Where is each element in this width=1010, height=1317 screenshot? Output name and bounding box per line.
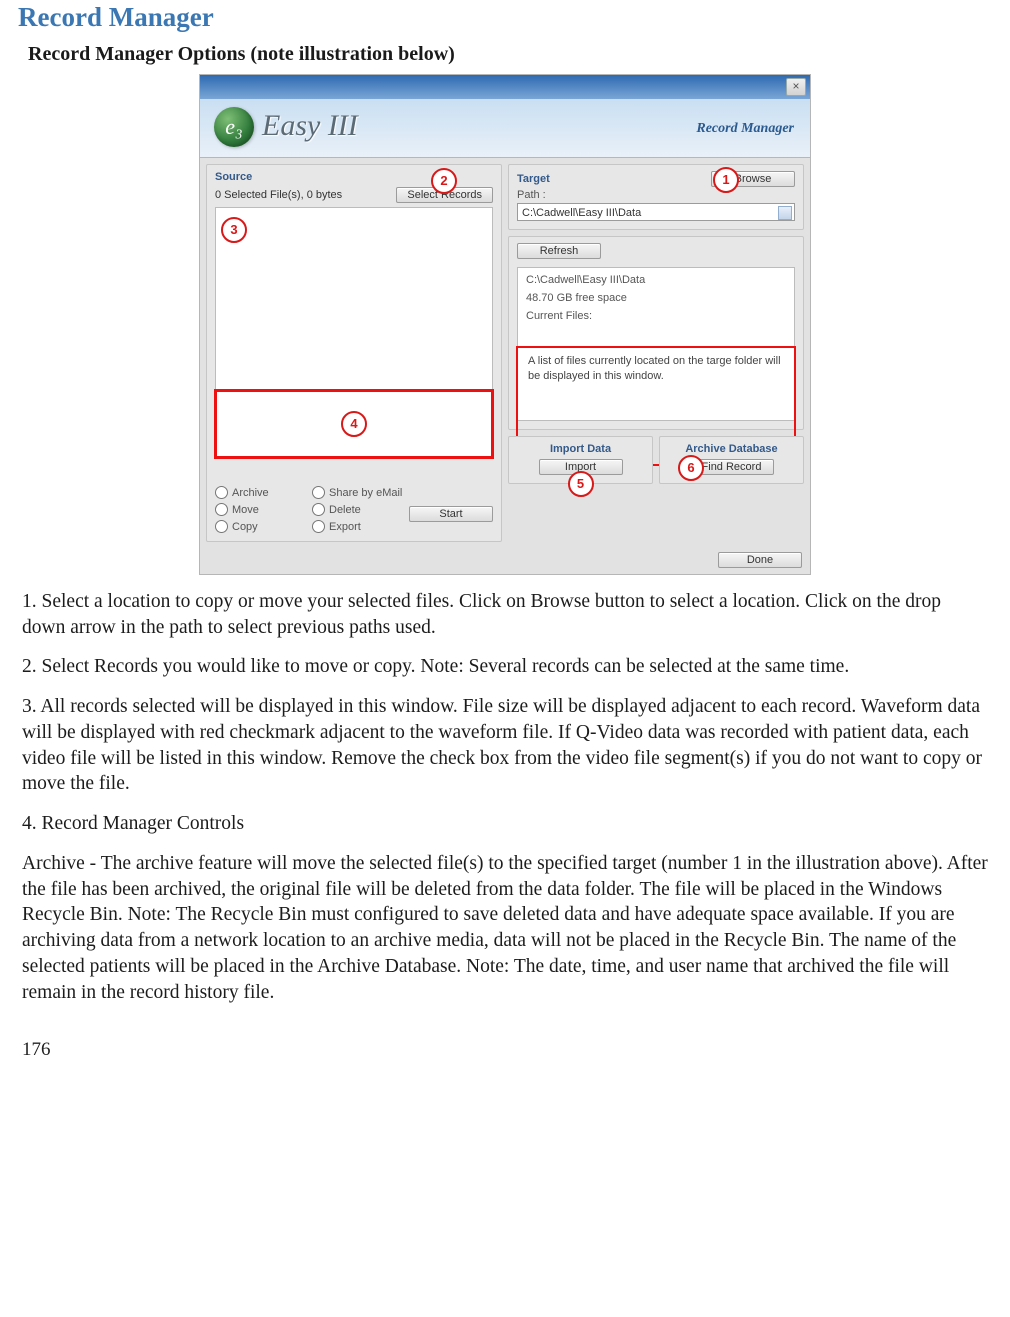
path-dropdown[interactable]: C:\Cadwell\Easy III\Data (517, 203, 795, 221)
archive-db-group-title: Archive Database (668, 443, 795, 455)
file-list-note: A list of files currently located on the… (528, 354, 784, 384)
logo-letter: e₃ (214, 107, 254, 147)
step-2-text: 2. Select Records you would like to move… (22, 654, 988, 680)
section-heading: Record Manager Options (note illustratio… (28, 43, 992, 66)
radio-move[interactable]: Move (215, 503, 306, 516)
callout-3-badge: 3 (221, 217, 247, 243)
callout-5-badge: 5 (568, 471, 594, 497)
radio-copy[interactable]: Copy (215, 520, 306, 533)
step-4-text: 4. Record Manager Controls (22, 811, 988, 837)
step-3-text: 3. All records selected will be displaye… (22, 694, 988, 797)
radio-delete[interactable]: Delete (312, 503, 403, 516)
import-group-title: Import Data (517, 443, 644, 455)
callout-1-badge: 1 (713, 167, 739, 193)
path-label: Path : (517, 189, 795, 201)
page-number: 176 (22, 1039, 992, 1061)
record-manager-screenshot: × e₃ Easy III Record Manager Source 0 Se… (199, 74, 811, 575)
window-titlebar: × (200, 75, 810, 99)
done-button[interactable]: Done (718, 552, 802, 568)
close-icon[interactable]: × (786, 78, 806, 96)
target-group-title: Target (517, 173, 550, 185)
current-files-label: Current Files: (526, 310, 786, 322)
header-module-label: Record Manager (696, 121, 794, 137)
target-free-space: 48.70 GB free space (526, 292, 786, 304)
app-header: e₃ Easy III Record Manager (200, 99, 810, 158)
target-info-path: C:\Cadwell\Easy III\Data (526, 274, 786, 286)
start-button[interactable]: Start (409, 506, 493, 522)
callout-4-box: 4 (214, 389, 494, 459)
page-title: Record Manager (18, 2, 992, 33)
chevron-down-icon (781, 211, 789, 216)
radio-export[interactable]: Export (312, 520, 403, 533)
archive-description-text: Archive - The archive feature will move … (22, 851, 988, 1005)
app-name: Easy III (262, 109, 358, 143)
step-1-text: 1. Select a location to copy or move you… (22, 589, 988, 640)
callout-2-badge: 2 (431, 168, 457, 194)
refresh-button[interactable]: Refresh (517, 243, 601, 259)
callout-4-badge: 4 (341, 411, 367, 437)
callout-6-badge: 6 (678, 455, 704, 481)
radio-share-email[interactable]: Share by eMail (312, 486, 403, 499)
radio-archive[interactable]: Archive (215, 486, 306, 499)
source-status: 0 Selected File(s), 0 bytes (215, 189, 342, 201)
